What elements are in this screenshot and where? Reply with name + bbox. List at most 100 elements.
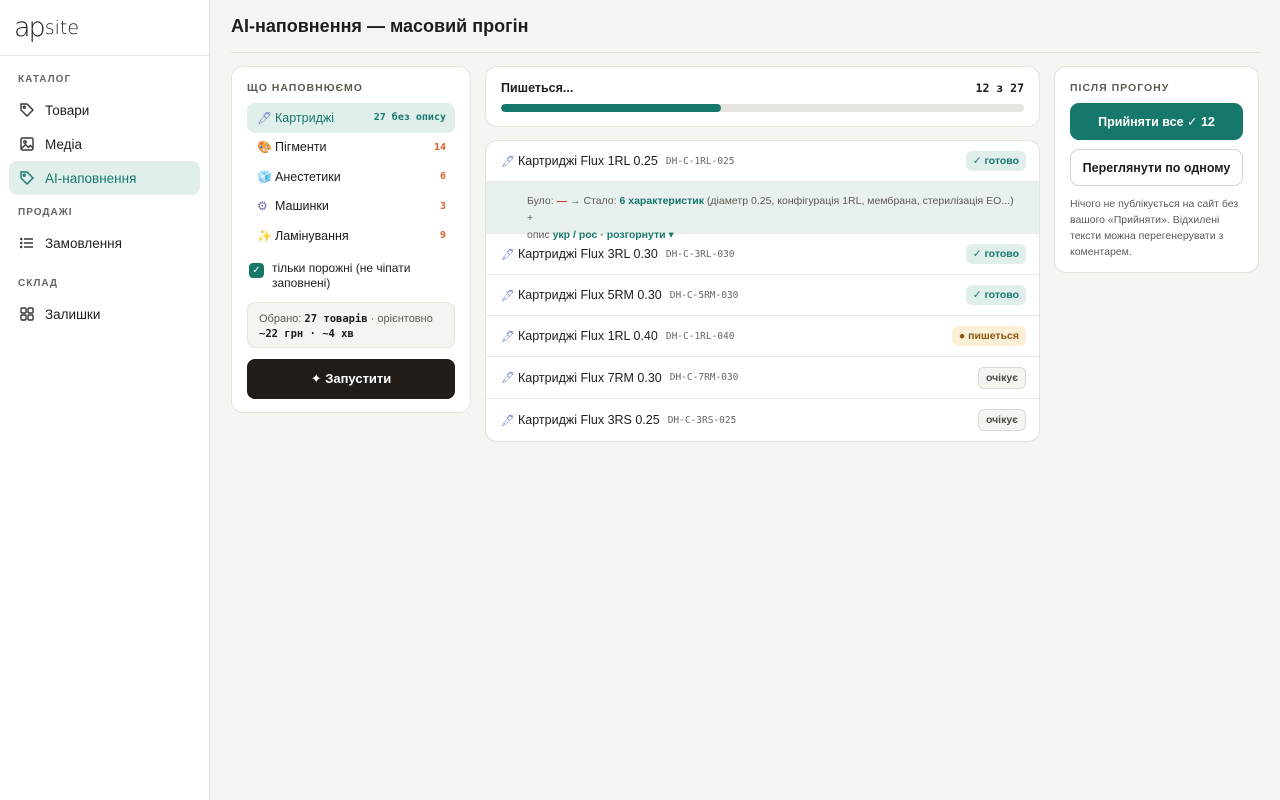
item-detail: Було: — → Стало: 6 характеристик (діамет… [486, 182, 1039, 241]
gear-icon: ⚙ [257, 199, 268, 214]
fill-panel-label: Що наповнюємо [247, 82, 363, 94]
accept-all-button[interactable]: Прийняти все ✓ 12 [1070, 103, 1243, 140]
item-sku: DH-C-7RM-030 [669, 372, 739, 383]
list-item[interactable]: 🖊 Картриджі Flux 3RS 0.25 DH-C-3RS-025 о… [486, 399, 1039, 441]
image-icon [19, 136, 35, 152]
detail-sep: · [600, 229, 604, 241]
status-badge: очікує [977, 409, 1026, 431]
detail-was: Було: [527, 195, 554, 207]
only-empty-label: тільки порожні (не чіпати заповнені) [272, 260, 411, 290]
item-sku: DH-C-1RL-040 [665, 330, 735, 342]
category-count: 27 без опису [373, 112, 446, 124]
review-one-by-one-button[interactable]: Переглянути по одному [1070, 149, 1243, 186]
status-badge: ✓ готово [965, 151, 1026, 171]
palette-icon: 🎨 [257, 140, 272, 155]
nav-section-sales: Продажі [18, 207, 73, 218]
detail-features: 6 характеристик [619, 195, 705, 207]
sidebar-item-orders[interactable]: Замовлення [9, 226, 200, 260]
sidebar-item-label: Залишки [45, 306, 101, 322]
category-cartridges[interactable]: 🖊 Картриджі 27 без опису [247, 103, 455, 133]
category-name: Машинки [275, 199, 329, 214]
progress-bar-fill [501, 104, 721, 112]
run-button[interactable]: ✦ Запустити [247, 358, 455, 399]
cube-icon: 🧊 [257, 169, 272, 184]
detail-dash: — [556, 195, 568, 207]
pen-icon: 🖊 [501, 372, 515, 384]
category-name: Картриджі [275, 110, 335, 125]
category-name: Анестетики [275, 169, 341, 184]
status-badge: ✓ готово [965, 285, 1026, 305]
summary-prefix: Обрано: [259, 312, 302, 325]
item-sku: DH-C-1RL-025 [665, 155, 735, 167]
pen-icon: 🖊 [501, 248, 515, 261]
sidebar-item-label: AI-наповнення [45, 170, 137, 186]
category-name: Пігменти [275, 140, 327, 155]
sidebar-item-ai-fill[interactable]: AI-наповнення [9, 161, 200, 195]
sidebar-item-label: Медіа [45, 136, 82, 152]
detail-desc-label: опис [527, 229, 550, 241]
list-item[interactable]: 🖊 Картриджі Flux 7RM 0.30 DH-C-7RM-030 о… [486, 357, 1039, 399]
progress-label: Пишеться... [501, 81, 574, 95]
summary-cost: ~22 грн · ~4 хв [259, 327, 354, 340]
item-sku: DH-C-5RM-030 [669, 289, 739, 301]
category-lamination[interactable]: ✨ Ламінування 9 [247, 221, 455, 251]
item-name: Картриджі Flux 1RL 0.25 [518, 154, 658, 168]
progress-bar [501, 104, 1024, 112]
sidebar-item-stock[interactable]: Залишки [9, 297, 200, 331]
item-name: Картриджі Flux 5RM 0.30 [518, 288, 662, 302]
sidebar-item-label: Замовлення [45, 235, 122, 251]
category-count: 3 [439, 200, 446, 212]
progress-count: 12 з 27 [975, 81, 1024, 95]
tag-icon [19, 170, 35, 186]
sparkles-icon: ✨ [257, 228, 272, 243]
list-item[interactable]: 🖊 Картриджі Flux 5RM 0.30 DH-C-5RM-030 ✓… [486, 275, 1039, 316]
detail-expand-link[interactable]: розгорнути ▾ [607, 229, 674, 241]
pen-icon: 🖊 [501, 414, 515, 427]
progress-panel: Пишеться... 12 з 27 [485, 66, 1040, 127]
item-sku: DH-C-3RS-025 [667, 414, 737, 426]
sidebar-item-products[interactable]: Товари [9, 93, 200, 127]
after-run-panel: Після прогону Прийняти все ✓ 12 Переглян… [1054, 66, 1259, 273]
summary-goods: 27 товарів [304, 312, 368, 325]
category-count: 6 [439, 171, 446, 183]
sidebar-item-label: Товари [45, 102, 90, 118]
item-sku: DH-C-3RL-030 [665, 248, 735, 260]
status-badge: очікує [977, 366, 1026, 389]
selection-summary: Обрано: 27 товарів · орієнтовно ~22 грн … [247, 301, 455, 348]
category-anesthetics[interactable]: 🧊 Анестетики 6 [247, 162, 455, 192]
title-divider [231, 52, 1259, 53]
list-item[interactable]: 🖊 Картриджі Flux 1RL 0.25 DH-C-1RL-025 ✓… [486, 141, 1039, 182]
category-machines[interactable]: ⚙ Машинки 3 [247, 192, 455, 222]
fill-panel: Що наповнюємо 🖊 Картриджі 27 без опису 🎨… [231, 66, 471, 413]
list-item[interactable]: 🖊 Картриджі Flux 1RL 0.40 DH-C-1RL-040 ●… [486, 316, 1039, 357]
detail-arrow: → Стало: [570, 195, 617, 207]
status-badge: ✓ готово [965, 244, 1026, 264]
nav-section-catalog: Каталог [18, 74, 72, 85]
pen-icon: 🖊 [257, 110, 273, 125]
after-run-label: Після прогону [1070, 82, 1170, 94]
item-name: Картриджі Flux 1RL 0.40 [518, 329, 658, 343]
nav-section-stock: Склад [18, 278, 59, 289]
summary-middle: · орієнтовно [370, 312, 433, 325]
grid-icon [19, 306, 35, 322]
category-count: 14 [433, 141, 446, 153]
status-badge: ● пишеться [951, 326, 1026, 346]
category-name: Ламінування [275, 228, 349, 243]
pen-icon: 🖊 [501, 155, 515, 168]
tag-icon [19, 102, 35, 118]
pen-icon: 🖊 [501, 330, 515, 343]
item-name: Картриджі Flux 3RL 0.30 [518, 247, 658, 261]
item-name: Картриджі Flux 7RM 0.30 [518, 370, 662, 385]
category-pigments[interactable]: 🎨 Пігменти 14 [247, 133, 455, 163]
after-run-note: Нічого не публікується на сайт без вашог… [1070, 198, 1239, 258]
logo[interactable]: ap site [0, 0, 209, 56]
only-empty-checkbox[interactable]: ✓ тільки порожні (не чіпати заповнені) [247, 261, 455, 291]
sidebar-item-media[interactable]: Медіа [9, 127, 200, 161]
pen-icon: 🖊 [501, 289, 515, 302]
category-count: 9 [439, 230, 446, 242]
items-list: 🖊 Картриджі Flux 1RL 0.25 DH-C-1RL-025 ✓… [485, 140, 1040, 442]
sidebar: ap site Каталог Товари Медіа AI-наповненн… [0, 0, 210, 800]
item-name: Картриджі Flux 3RS 0.25 [518, 413, 660, 427]
detail-langs[interactable]: укр / рос [553, 229, 598, 241]
logo-site: site [44, 16, 80, 39]
